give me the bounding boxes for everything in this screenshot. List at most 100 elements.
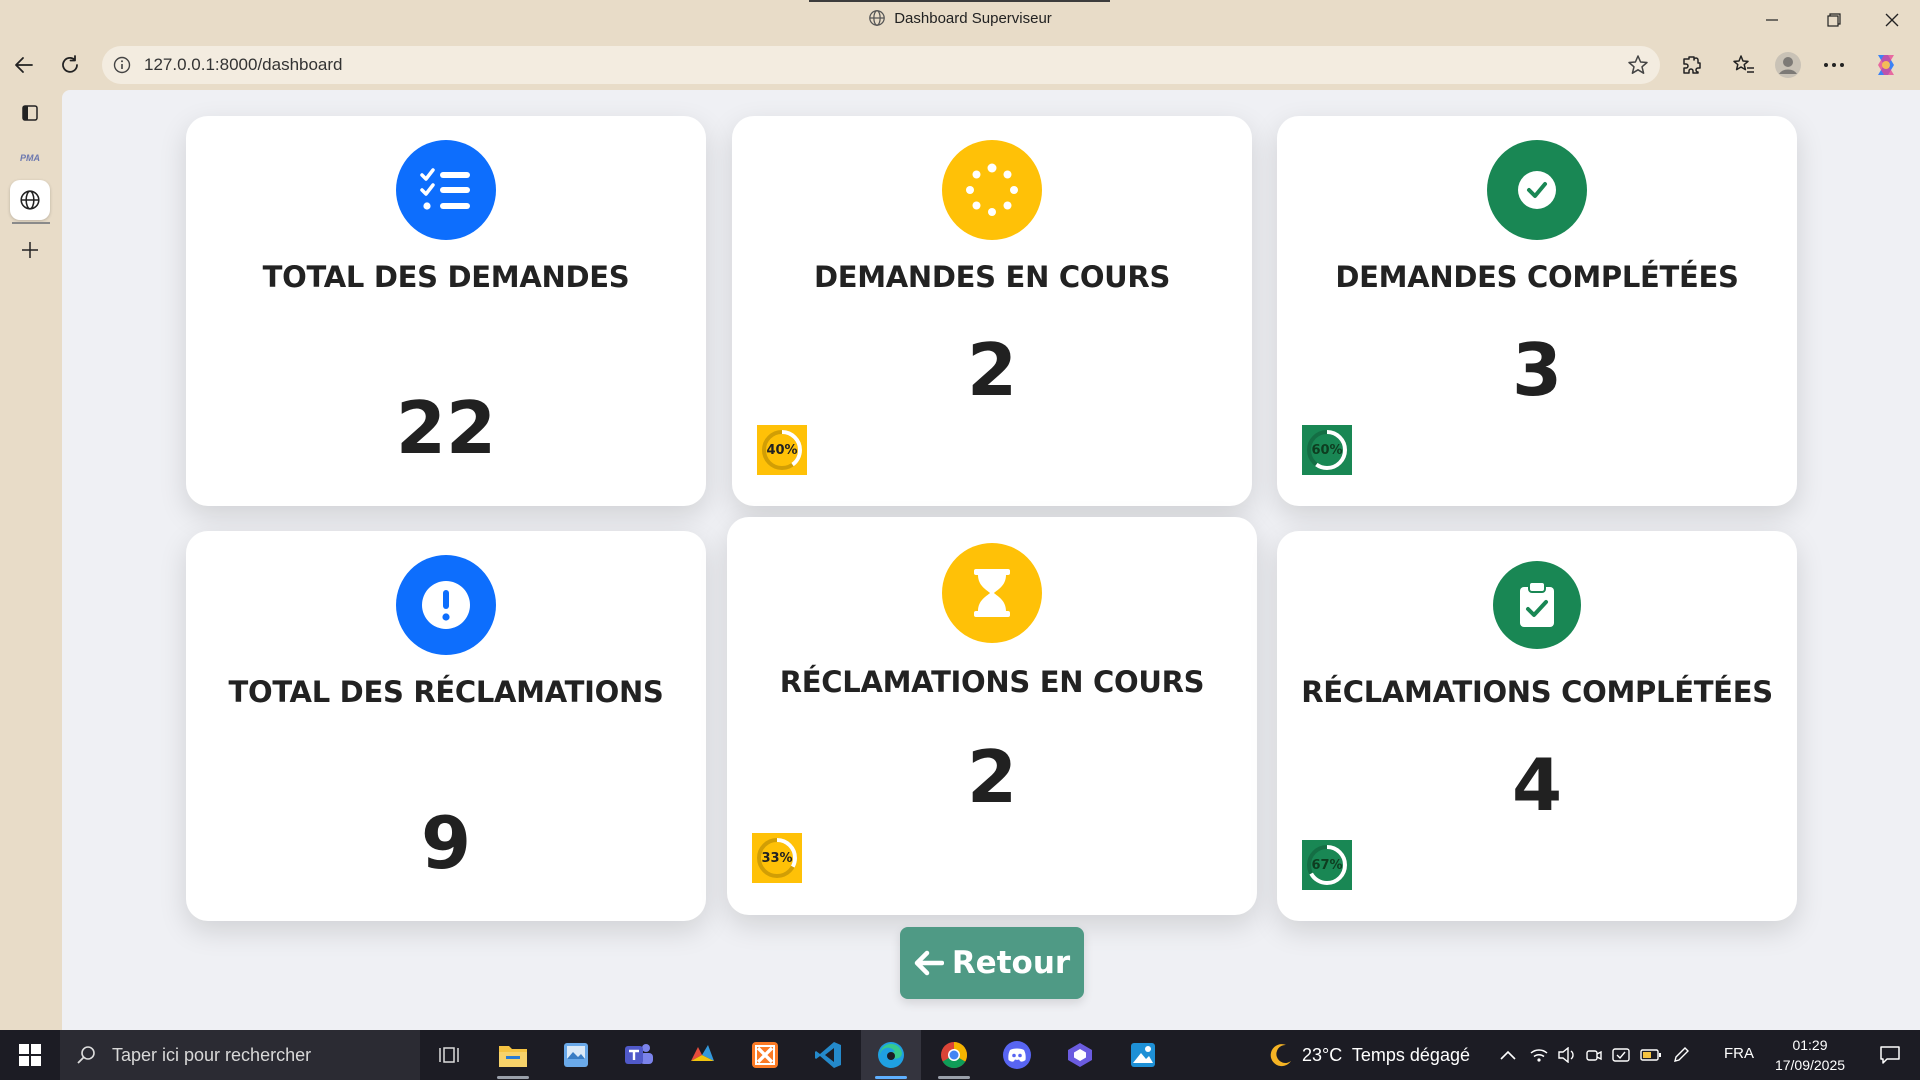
url-text[interactable]: 127.0.0.1:8000/dashboard bbox=[144, 55, 343, 75]
new-tab-plus-icon[interactable] bbox=[10, 230, 50, 270]
progress-badge-text: 67% bbox=[1311, 857, 1343, 873]
running-indicator bbox=[875, 1076, 907, 1079]
card-title: RÉCLAMATIONS EN COURS bbox=[779, 665, 1205, 699]
notification-icon[interactable] bbox=[1862, 1030, 1918, 1080]
back-button[interactable] bbox=[8, 49, 40, 81]
favorite-star-icon[interactable] bbox=[1626, 53, 1650, 82]
card-value: 22 bbox=[395, 386, 497, 470]
xampp-icon[interactable] bbox=[735, 1030, 795, 1080]
search-icon bbox=[76, 1045, 96, 1065]
windows-taskbar: Taper ici pour rechercher 23°C Temps dég… bbox=[0, 1030, 1920, 1080]
card-title: TOTAL DES RÉCLAMATIONS bbox=[228, 675, 664, 709]
more-menu-icon[interactable] bbox=[1818, 49, 1850, 81]
profile-avatar[interactable] bbox=[1772, 49, 1804, 81]
edge-browser-icon[interactable] bbox=[861, 1030, 921, 1080]
weather-widget[interactable]: 23°C Temps dégagé bbox=[1268, 1030, 1470, 1080]
power-automate-icon[interactable] bbox=[1050, 1030, 1110, 1080]
teams-icon[interactable] bbox=[609, 1030, 669, 1080]
card-total-demandes: TOTAL DES DEMANDES 22 bbox=[186, 116, 706, 506]
taskbar-search[interactable]: Taper ici pour rechercher bbox=[60, 1030, 420, 1080]
progress-badge-text: 60% bbox=[1311, 442, 1343, 458]
task-view-icon[interactable] bbox=[420, 1030, 480, 1080]
battery-icon[interactable] bbox=[1640, 1048, 1662, 1062]
progress-badge-text: 33% bbox=[761, 850, 793, 866]
address-bar[interactable]: 127.0.0.1:8000/dashboard bbox=[102, 46, 1660, 84]
app-icon-multicolor[interactable] bbox=[672, 1030, 732, 1080]
clock-time: 01:29 bbox=[1792, 1037, 1828, 1053]
pma-logo-text: PMA bbox=[20, 153, 40, 163]
card-demandes-en-cours: DEMANDES EN COURS 2 40% bbox=[732, 116, 1252, 506]
card-reclamations-en-cours: RÉCLAMATIONS EN COURS 2 33% bbox=[727, 517, 1257, 915]
image-editor-icon[interactable] bbox=[1113, 1030, 1173, 1080]
active-tab-underline bbox=[12, 222, 50, 224]
browser-sidebar: PMA bbox=[0, 90, 62, 1030]
card-value: 4 bbox=[1511, 743, 1563, 827]
chrome-icon[interactable] bbox=[924, 1030, 984, 1080]
card-title: DEMANDES EN COURS bbox=[813, 260, 1171, 294]
progress-badge-text: 40% bbox=[766, 442, 798, 458]
card-value: 2 bbox=[966, 735, 1018, 819]
card-value: 9 bbox=[420, 801, 472, 885]
window-titlebar: Dashboard Superviseur bbox=[0, 0, 1920, 40]
system-tray bbox=[1500, 1030, 1690, 1080]
pma-tab-icon[interactable]: PMA bbox=[10, 138, 50, 178]
card-value: 2 bbox=[966, 328, 1018, 412]
window-title: Dashboard Superviseur bbox=[0, 9, 1920, 31]
meet-now-icon[interactable] bbox=[1612, 1047, 1630, 1063]
globe-icon bbox=[868, 9, 886, 31]
discord-icon[interactable] bbox=[987, 1030, 1047, 1080]
favorites-icon[interactable] bbox=[1728, 49, 1760, 81]
vscode-icon[interactable] bbox=[798, 1030, 858, 1080]
photos-app-icon[interactable] bbox=[546, 1030, 606, 1080]
progress-badge: 40% bbox=[757, 425, 807, 475]
card-total-reclamations: TOTAL DES RÉCLAMATIONS 9 bbox=[186, 531, 706, 921]
minimize-button[interactable] bbox=[1744, 0, 1800, 40]
close-button[interactable] bbox=[1864, 0, 1920, 40]
clipboard-check-icon bbox=[1493, 561, 1581, 649]
tab-actions-icon[interactable] bbox=[10, 93, 50, 133]
copilot-icon[interactable] bbox=[1870, 49, 1902, 81]
volume-icon[interactable] bbox=[1558, 1047, 1576, 1063]
exclamation-circle-icon bbox=[396, 555, 496, 655]
list-check-icon bbox=[396, 140, 496, 240]
restore-button[interactable] bbox=[1806, 0, 1862, 40]
retour-button-label: Retour bbox=[951, 945, 1071, 981]
clock[interactable]: 01:29 17/09/2025 bbox=[1770, 1035, 1850, 1075]
progress-badge: 67% bbox=[1302, 840, 1352, 890]
progress-badge: 60% bbox=[1302, 425, 1352, 475]
pen-icon[interactable] bbox=[1672, 1046, 1690, 1064]
browser-toolbar: 127.0.0.1:8000/dashboard bbox=[0, 40, 1920, 90]
card-title: DEMANDES COMPLÉTÉES bbox=[1335, 260, 1739, 294]
windows-logo-icon bbox=[19, 1044, 41, 1066]
site-info-icon[interactable] bbox=[112, 55, 132, 80]
running-indicator bbox=[938, 1076, 970, 1079]
refresh-button[interactable] bbox=[54, 49, 86, 81]
card-demandes-completees: DEMANDES COMPLÉTÉES 3 60% bbox=[1277, 116, 1797, 506]
card-reclamations-completees: RÉCLAMATIONS COMPLÉTÉES 4 67% bbox=[1277, 531, 1797, 921]
wifi-icon[interactable] bbox=[1530, 1047, 1548, 1063]
clock-date: 17/09/2025 bbox=[1774, 1057, 1846, 1073]
hourglass-icon bbox=[942, 543, 1042, 643]
active-tab-globe-icon[interactable] bbox=[10, 180, 50, 220]
page-content: TOTAL DES DEMANDES 22 DEMANDES EN COURS … bbox=[62, 90, 1920, 1030]
progress-badge: 33% bbox=[752, 833, 802, 883]
running-indicator bbox=[497, 1076, 529, 1079]
moon-icon bbox=[1268, 1042, 1294, 1068]
retour-button[interactable]: Retour bbox=[900, 927, 1084, 999]
weather-text: 23°C Temps dégagé bbox=[1302, 1044, 1470, 1065]
camera-icon[interactable] bbox=[1586, 1047, 1602, 1063]
window-title-text: Dashboard Superviseur bbox=[894, 10, 1052, 27]
check-circle-icon bbox=[1487, 140, 1587, 240]
extensions-icon[interactable] bbox=[1676, 49, 1708, 81]
active-tab-indicator bbox=[809, 0, 1110, 2]
card-value: 3 bbox=[1511, 328, 1563, 412]
file-explorer-icon[interactable] bbox=[483, 1030, 543, 1080]
language-indicator[interactable]: FRA bbox=[1724, 1045, 1754, 1062]
spinner-icon bbox=[942, 140, 1042, 240]
arrow-left-icon bbox=[914, 950, 944, 976]
chevron-up-icon[interactable] bbox=[1500, 1050, 1516, 1060]
card-title: TOTAL DES DEMANDES bbox=[262, 260, 630, 294]
search-placeholder: Taper ici pour rechercher bbox=[112, 1044, 312, 1065]
start-button[interactable] bbox=[0, 1030, 60, 1080]
card-title: RÉCLAMATIONS COMPLÉTÉES bbox=[1301, 675, 1773, 709]
